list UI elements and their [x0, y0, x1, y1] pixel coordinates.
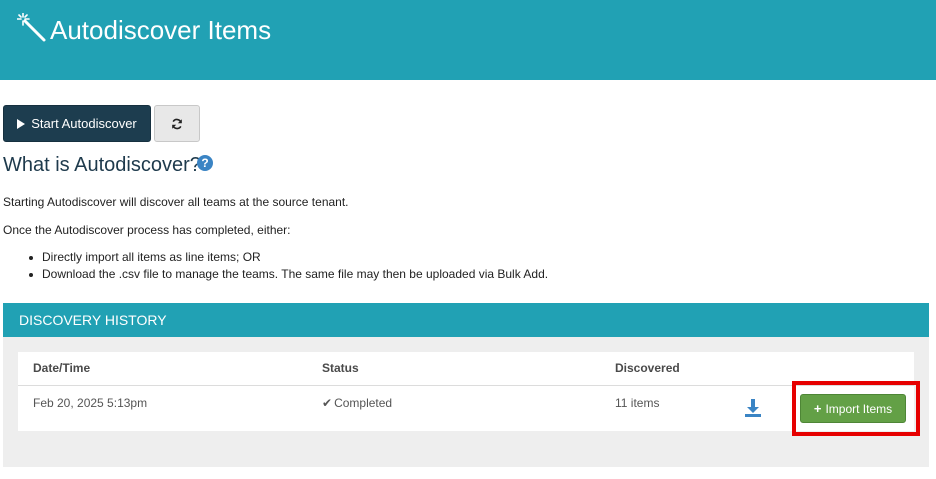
row-datetime: Feb 20, 2025 5:13pm — [33, 396, 148, 410]
refresh-button[interactable] — [154, 105, 200, 142]
play-icon — [17, 118, 26, 129]
column-header-datetime: Date/Time — [33, 361, 91, 375]
help-icon[interactable]: ? — [197, 155, 213, 171]
column-header-discovered: Discovered — [615, 361, 680, 375]
list-item: Directly import all items as line items;… — [28, 249, 548, 266]
download-icon[interactable] — [743, 397, 763, 419]
import-items-label: Import Items — [825, 401, 893, 416]
what-is-autodiscover-heading: What is Autodiscover? — [3, 154, 201, 176]
row-discovered: 11 items — [615, 396, 660, 410]
page-header: Autodiscover Items — [0, 0, 936, 80]
start-autodiscover-button[interactable]: Start Autodiscover — [3, 105, 151, 142]
history-table: Date/Time Status Discovered Feb 20, 2025… — [18, 352, 914, 431]
discovery-history-panel: DISCOVERY HISTORY Date/Time Status Disco… — [3, 303, 929, 467]
intro-paragraph: Starting Autodiscover will discover all … — [3, 195, 349, 209]
plus-icon: + — [813, 401, 822, 416]
row-status: ✔ Completed — [322, 396, 392, 410]
magic-wand-icon — [17, 13, 46, 42]
options-list: Directly import all items as line items;… — [28, 249, 548, 283]
panel-heading: DISCOVERY HISTORY — [3, 303, 929, 337]
column-header-status: Status — [322, 361, 359, 375]
status-text: Completed — [334, 396, 393, 410]
header-divider — [18, 385, 914, 386]
instruction-paragraph: Once the Autodiscover process has comple… — [3, 223, 291, 237]
start-autodiscover-label: Start Autodiscover — [31, 116, 137, 131]
page-title: Autodiscover Items — [50, 15, 272, 45]
list-item: Download the .csv file to manage the tea… — [28, 266, 548, 283]
import-items-button[interactable]: + Import Items — [800, 394, 906, 423]
refresh-icon — [172, 118, 182, 129]
checkmark-icon: ✔ — [322, 396, 333, 410]
